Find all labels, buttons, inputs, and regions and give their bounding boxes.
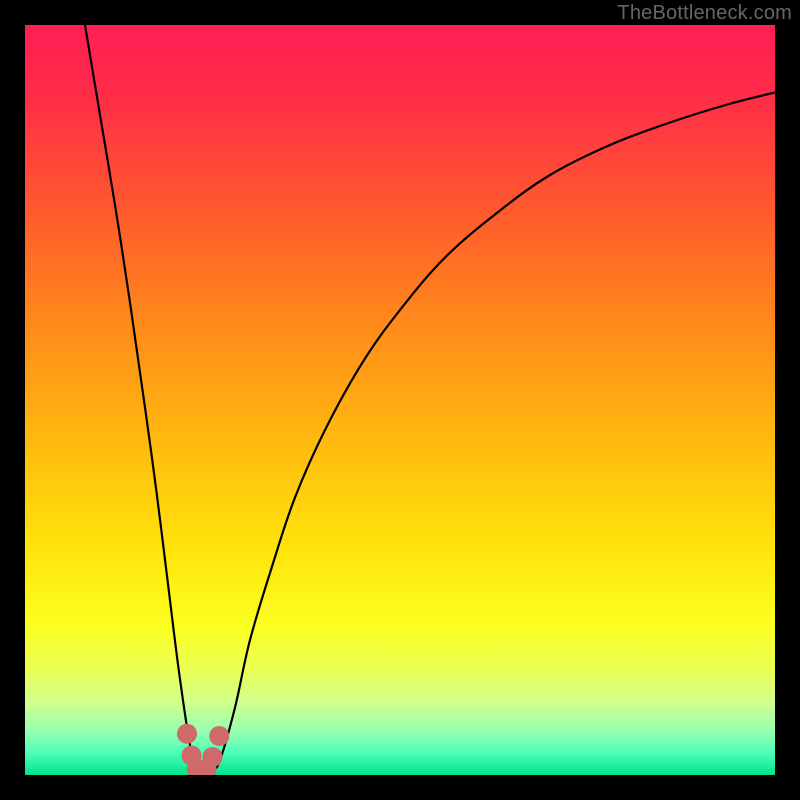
data-marker xyxy=(177,724,197,744)
data-markers xyxy=(177,724,229,775)
plot-area xyxy=(25,25,775,775)
data-marker xyxy=(209,726,229,746)
watermark-text: TheBottleneck.com xyxy=(617,2,792,25)
data-marker xyxy=(203,747,223,767)
chart-svg xyxy=(25,25,775,775)
bottleneck-curve xyxy=(85,25,775,773)
chart-frame: TheBottleneck.com xyxy=(0,0,800,800)
bottleneck-curve-path xyxy=(85,25,775,773)
